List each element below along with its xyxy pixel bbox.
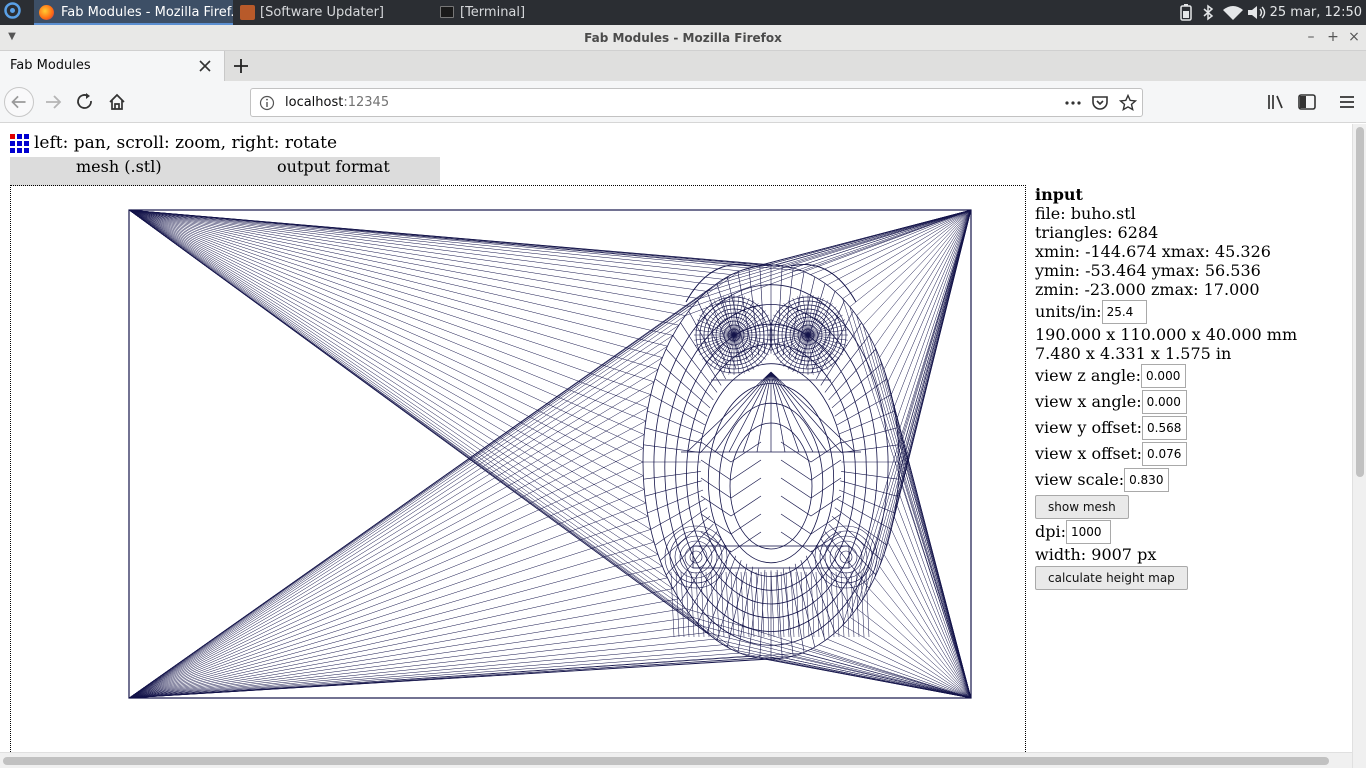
view-z-angle-row: view z angle: <box>1035 363 1345 389</box>
software-updater-icon <box>240 5 255 20</box>
mesh-wireframe[interactable] <box>11 186 1027 752</box>
view-x-angle-label: view x angle: <box>1035 392 1142 411</box>
taskbar-item-terminal[interactable]: [Terminal] <box>436 0 636 25</box>
view-x-offset-label: view x offset: <box>1035 444 1143 463</box>
taskbar-item-software-updater[interactable]: [Software Updater] <box>236 0 432 25</box>
view-scale-row: view scale: <box>1035 467 1345 493</box>
taskbar-item-label: [Software Updater] <box>260 5 385 20</box>
window-titlebar: ▼ Fab Modules - Mozilla Firefox – + × <box>0 25 1366 51</box>
module-menu-bar: mesh (.stl) output format <box>10 157 440 186</box>
taskbar-item-label: [Terminal] <box>460 5 526 20</box>
view-z-angle-input[interactable] <box>1140 364 1186 388</box>
window-title: Fab Modules - Mozilla Firefox <box>584 31 782 45</box>
clock[interactable]: 25 mar, 12:50 <box>1270 0 1362 25</box>
url-host: localhost <box>285 95 344 110</box>
view-scale-input[interactable] <box>1124 468 1170 492</box>
horizontal-scrollbar[interactable] <box>0 752 1352 768</box>
close-tab-icon[interactable] <box>196 57 214 75</box>
os-taskbar: Fab Modules - Mozilla Firef... [Software… <box>0 0 1366 25</box>
url-port: :12345 <box>343 95 390 110</box>
view-scale-label: view scale: <box>1035 470 1125 489</box>
pocket-icon[interactable] <box>1091 94 1109 112</box>
bluetooth-icon[interactable] <box>1202 4 1214 21</box>
show-mesh-button[interactable]: show mesh <box>1035 495 1129 519</box>
address-bar[interactable]: localhost:12345 <box>250 88 1143 117</box>
view-z-angle-label: view z angle: <box>1035 366 1141 385</box>
input-panel: input file: buho.stl triangles: 6284 xmi… <box>1035 185 1345 590</box>
mesh-viewport[interactable] <box>10 185 1026 752</box>
output-width: width: 9007 px <box>1035 545 1157 564</box>
size-in: 7.480 x 4.331 x 1.575 in <box>1035 344 1232 363</box>
wifi-icon[interactable] <box>1222 4 1244 21</box>
library-icon[interactable] <box>1266 92 1286 112</box>
page-actions-menu-icon[interactable] <box>1064 94 1082 112</box>
tab-bar: Fab Modules <box>0 51 1366 81</box>
navigation-toolbar: localhost:12345 <box>0 81 1366 123</box>
output-format-menu[interactable]: output format <box>277 157 390 176</box>
reload-icon[interactable] <box>70 87 100 117</box>
view-y-offset-input[interactable] <box>1142 416 1188 440</box>
battery-icon[interactable] <box>1180 4 1192 21</box>
size-mm: 190.000 x 110.000 x 40.000 mm <box>1035 325 1298 344</box>
view-x-angle-input[interactable] <box>1141 390 1187 414</box>
taskbar-item-firefox[interactable]: Fab Modules - Mozilla Firef... <box>34 0 233 25</box>
dpi-label: dpi: <box>1035 522 1066 541</box>
calculate-row: calculate height map <box>1035 564 1345 590</box>
new-tab-plus-icon[interactable] <box>228 54 254 78</box>
tab-fab-modules[interactable]: Fab Modules <box>0 51 225 81</box>
vertical-scrollbar[interactable] <box>1352 124 1366 768</box>
fab-logo-icon <box>10 134 29 153</box>
bookmark-star-icon[interactable] <box>1119 94 1137 112</box>
show-mesh-row: show mesh <box>1035 493 1345 519</box>
file-name: file: buho.stl <box>1035 204 1136 223</box>
close-window-button[interactable]: × <box>1345 28 1363 46</box>
home-icon[interactable] <box>102 87 132 117</box>
minimize-button[interactable]: – <box>1302 28 1320 46</box>
back-arrow-icon[interactable] <box>4 87 34 117</box>
y-range: ymin: -53.464 ymax: 56.536 <box>1035 261 1261 280</box>
view-y-offset-label: view y offset: <box>1035 418 1143 437</box>
firefox-icon <box>39 5 54 20</box>
dpi-input[interactable] <box>1066 520 1111 544</box>
volume-icon[interactable] <box>1247 4 1267 21</box>
view-y-offset-row: view y offset: <box>1035 415 1345 441</box>
sidebar-toggle-icon[interactable] <box>1297 92 1317 112</box>
calculate-height-map-button[interactable]: calculate height map <box>1035 566 1188 590</box>
x-range: xmin: -144.674 xmax: 45.326 <box>1035 242 1271 261</box>
vertical-scrollbar-thumb[interactable] <box>1356 127 1364 477</box>
help-text: left: pan, scroll: zoom, right: rotate <box>34 133 338 153</box>
hamburger-menu-icon[interactable] <box>1337 92 1357 112</box>
panel-heading: input <box>1035 185 1083 204</box>
units-row: units/in: <box>1035 299 1345 325</box>
units-label: units/in: <box>1035 302 1102 321</box>
input-format-menu[interactable]: mesh (.stl) <box>76 157 162 176</box>
z-range: zmin: -23.000 zmax: 17.000 <box>1035 280 1260 299</box>
dpi-row: dpi: <box>1035 519 1345 545</box>
view-x-angle-row: view x angle: <box>1035 389 1345 415</box>
taskbar-item-label: Fab Modules - Mozilla Firef... <box>61 5 233 20</box>
units-input[interactable] <box>1101 300 1147 324</box>
os-menu-icon[interactable] <box>2 0 23 25</box>
url-text[interactable]: localhost:12345 <box>285 89 389 116</box>
terminal-icon <box>440 6 454 18</box>
view-x-offset-input[interactable] <box>1142 442 1188 466</box>
triangle-count: triangles: 6284 <box>1035 223 1159 242</box>
site-info-icon[interactable] <box>259 95 275 111</box>
view-x-offset-row: view x offset: <box>1035 441 1345 467</box>
maximize-button[interactable]: + <box>1324 28 1342 46</box>
page-content: left: pan, scroll: zoom, right: rotate m… <box>0 124 1352 752</box>
horizontal-scrollbar-thumb[interactable] <box>3 757 1329 765</box>
forward-arrow-icon[interactable] <box>38 87 68 117</box>
tab-title: Fab Modules <box>10 58 91 73</box>
